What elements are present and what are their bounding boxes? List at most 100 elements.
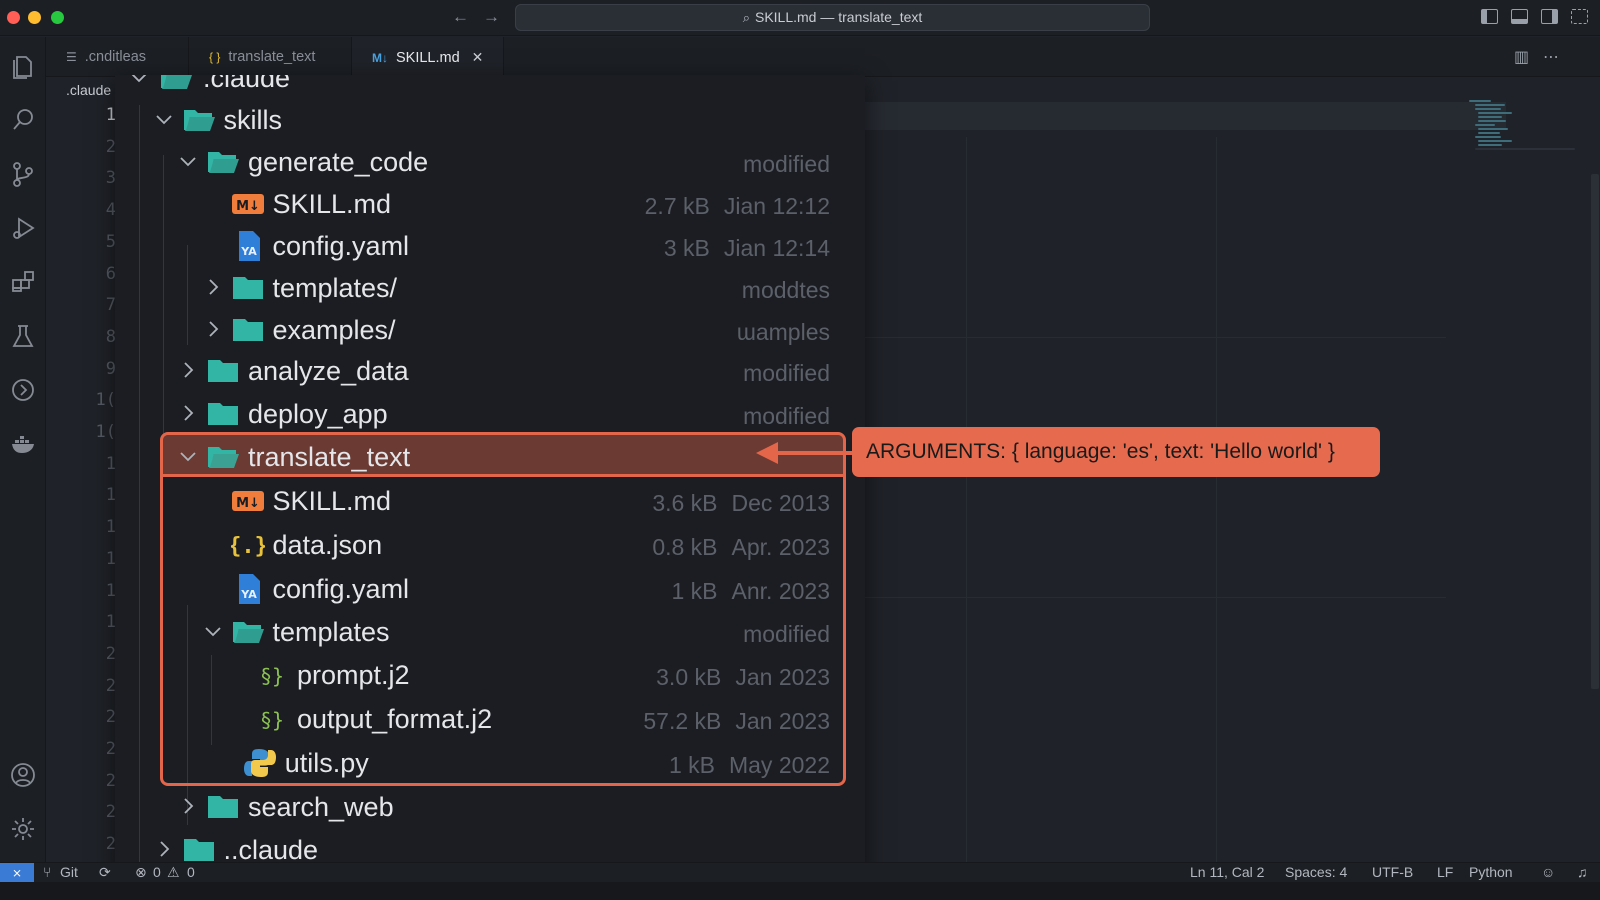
tab-skill-md[interactable]: M↓ SKILL.md ✕ [352, 37, 504, 77]
tree-item-label: examples/ [272, 315, 396, 345]
bottom-strip [0, 882, 1600, 900]
customize-layout-icon[interactable] [1571, 9, 1588, 24]
line-number: 2 [105, 136, 116, 157]
warnings-count[interactable]: 0 [187, 864, 195, 880]
back-arrow-icon[interactable]: ← [452, 7, 469, 27]
run-debug-icon[interactable] [8, 213, 38, 243]
account-icon[interactable] [8, 760, 38, 790]
more-actions-icon[interactable]: ⋯ [1543, 47, 1559, 67]
line-number: 1 [105, 453, 116, 474]
line-number: 2 [105, 675, 116, 696]
highlight-box [160, 432, 846, 786]
cursor-position[interactable]: Ln 11, Cal 2 [1190, 864, 1264, 880]
language-mode[interactable]: Python [1469, 864, 1513, 880]
callout-arrow-head [756, 442, 778, 464]
tree-item-config-yaml[interactable]: YA config.yaml 3 kB Jian 12:14 [115, 226, 865, 266]
tree-item-label: skills [223, 105, 283, 135]
remote-indicator-icon[interactable]: ⨯ [0, 863, 34, 883]
tab-cnditleas[interactable]: ☰ .cnditleas [46, 37, 189, 77]
tree-item-search-web[interactable]: search_web [115, 787, 865, 827]
settings-gear-icon[interactable] [8, 814, 38, 844]
testing-icon[interactable] [8, 321, 38, 351]
callout-arrow [775, 451, 853, 455]
feedback-icon[interactable]: ☺ [1541, 864, 1555, 880]
line-number: 1 [105, 580, 116, 601]
chevron-right-icon[interactable] [178, 360, 198, 380]
notifications-bell-icon[interactable]: ♫ [1577, 864, 1588, 880]
branch-label[interactable]: Git [60, 864, 78, 880]
chevron-down-icon[interactable] [178, 446, 198, 466]
file-date: Jian 12:14 [723, 235, 830, 261]
tab-translate-text[interactable]: { } translate_text [189, 37, 352, 77]
folder-status: modified [743, 151, 830, 177]
docker-icon[interactable] [8, 429, 38, 459]
tree-item-translate-text[interactable]: translate_text [115, 437, 865, 477]
tree-item-label: analyze_data [248, 356, 409, 386]
toggle-panel-icon[interactable] [1511, 9, 1528, 24]
branch-icon: ⑂ [43, 864, 52, 880]
line-number: 1 [105, 517, 116, 538]
folder-icon [206, 791, 240, 823]
minimize-window-button[interactable] [28, 11, 41, 24]
minimap[interactable] [1469, 100, 1594, 180]
tree-item-skills[interactable]: skills [115, 100, 865, 140]
tree-item-templates[interactable]: templates/moddtes [115, 268, 865, 308]
search-icon[interactable] [8, 105, 38, 135]
file-date: Jian 12:12 [723, 193, 830, 219]
tree-item-label: search_web [248, 792, 394, 822]
encoding[interactable]: UTF-B [1372, 864, 1413, 880]
toggle-secondary-sidebar-icon[interactable] [1541, 9, 1558, 24]
folder-status: modified [743, 403, 830, 429]
tab-label: .cnditleas [84, 49, 147, 65]
status-bar: ⨯ ⑂ Git ⟳ ⊗ 0 ⚠ 0 Ln 11, Cal 2 Spaces: 4… [0, 862, 1600, 883]
line-number: 1 [105, 612, 116, 633]
chevron-right-icon[interactable] [203, 277, 223, 297]
chevron-down-icon[interactable] [178, 151, 198, 171]
forward-arrow-icon[interactable]: → [483, 7, 500, 27]
sync-icon[interactable]: ⟳ [99, 864, 111, 881]
tree-item-label: generate_code [248, 147, 429, 177]
chevron-right-icon[interactable] [154, 839, 174, 859]
chevron-right-icon[interactable] [203, 319, 223, 339]
line-number: 7 [105, 295, 116, 316]
timeline-icon[interactable] [8, 375, 38, 405]
indentation[interactable]: Spaces: 4 [1285, 864, 1347, 880]
tree-item-generate-code[interactable]: generate_code modified [115, 142, 865, 182]
chevron-right-icon[interactable] [178, 403, 198, 423]
tree-item-skill-md[interactable]: M↓ SKILL.md 2.7 kB Jian 12:12 [115, 184, 865, 224]
zoom-window-button[interactable] [51, 11, 64, 24]
folder-open-icon [206, 146, 240, 178]
chevron-down-icon[interactable] [154, 109, 174, 129]
line-number: 2 [105, 643, 116, 664]
folder-open-icon [159, 75, 193, 94]
end-of-line[interactable]: LF [1437, 864, 1453, 880]
folder-icon [206, 398, 240, 430]
breadcrumb[interactable]: .claude [66, 82, 111, 98]
tree-item-analyze-data[interactable]: analyze_data modified [115, 351, 865, 391]
file-meta: 3 kB Jian 12:14 [664, 235, 830, 262]
close-window-button[interactable] [7, 11, 20, 24]
tree-item-root[interactable]: .claude [115, 75, 865, 98]
line-number: 2 [105, 834, 116, 855]
folder-open-icon [182, 104, 216, 136]
vertical-scrollbar[interactable] [1591, 174, 1599, 689]
tree-item-examples[interactable]: examples/ɯamples [115, 310, 865, 350]
editor-guide [846, 337, 1446, 338]
tree-item-label: .claude [203, 75, 291, 93]
title-bar: ← → ⌕ SKILL.md — translate_text [0, 0, 1600, 36]
tree-item-deploy-app[interactable]: deploy_app modified [115, 394, 865, 434]
command-center[interactable]: ⌕ SKILL.md — translate_text [515, 4, 1150, 31]
line-number: 4 [105, 200, 116, 221]
problems-count[interactable]: 0 [153, 864, 161, 880]
split-editor-icon[interactable]: ▥ [1514, 47, 1529, 67]
markdown-icon: M↓ [372, 51, 388, 65]
chevron-right-icon[interactable] [178, 796, 198, 816]
line-number: 6 [105, 263, 116, 284]
yaml-icon: YA [231, 230, 265, 262]
line-number: 2 [105, 739, 116, 759]
explorer-icon[interactable] [8, 51, 38, 81]
close-icon[interactable]: ✕ [472, 49, 484, 65]
source-control-icon[interactable] [8, 159, 38, 189]
extensions-icon[interactable] [8, 267, 38, 297]
toggle-sidebar-icon[interactable] [1481, 9, 1498, 24]
